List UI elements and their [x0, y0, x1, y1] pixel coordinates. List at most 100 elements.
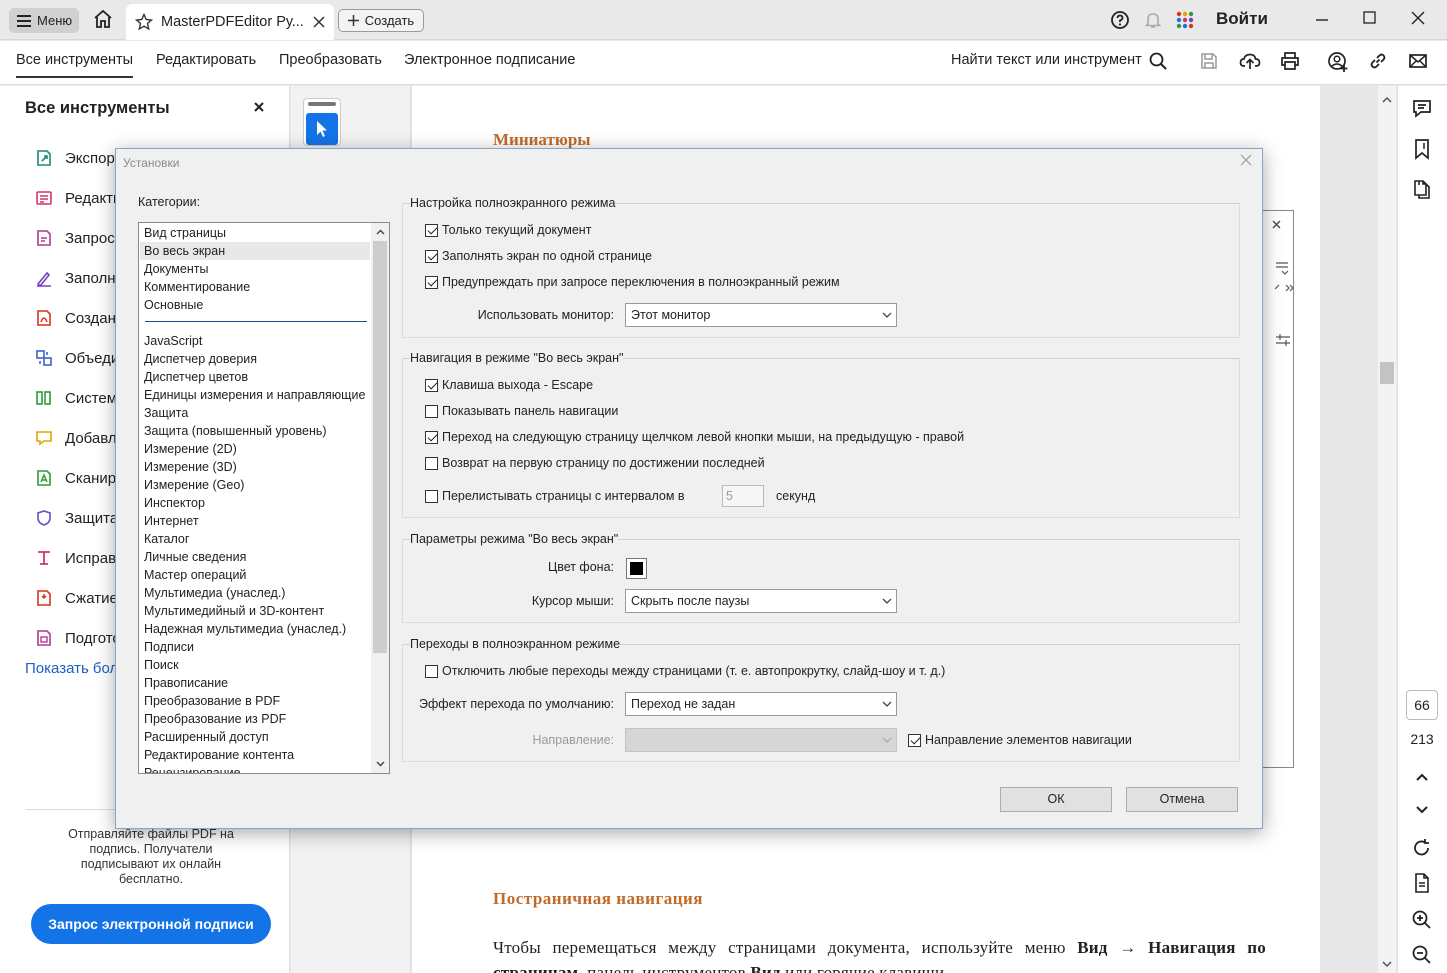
category-item[interactable]: Поиск — [144, 656, 370, 674]
tab-e-sign[interactable]: Электронное подписание — [404, 52, 575, 68]
category-item[interactable]: Во весь экран — [140, 242, 370, 260]
category-item[interactable]: Измерение (Geo) — [144, 476, 370, 494]
find-tool-search[interactable]: Найти текст или инструмент — [951, 52, 1142, 68]
minimize-icon[interactable] — [1312, 8, 1334, 30]
checkbox-box[interactable] — [425, 404, 438, 418]
click-navigation-checkbox[interactable]: Переход на следующую страницу щелчком ле… — [425, 430, 964, 444]
warn-fullscreen-checkbox[interactable]: Предупреждать при запросе переключения в… — [425, 275, 840, 289]
scroll-down-icon[interactable] — [1382, 960, 1392, 968]
category-item[interactable]: Рецензирование — [144, 764, 370, 773]
category-item[interactable]: Надежная мультимедиа (унаслед.) — [144, 620, 370, 638]
tab-edit[interactable]: Редактировать — [156, 52, 256, 68]
one-page-checkbox[interactable]: Заполнять экран по одной странице — [425, 249, 652, 263]
category-item[interactable]: Подписи — [144, 638, 370, 656]
help-icon[interactable] — [1110, 10, 1132, 32]
print-icon[interactable] — [1279, 51, 1301, 73]
bookmark-icon[interactable] — [1411, 138, 1433, 160]
checkbox-box[interactable] — [425, 249, 438, 263]
signin-button[interactable]: Войти — [1216, 9, 1268, 29]
apps-grid-icon[interactable] — [1175, 10, 1197, 32]
categories-scroll-thumb[interactable] — [373, 241, 387, 653]
previous-page-icon[interactable] — [1411, 766, 1433, 788]
menu-button[interactable]: Меню — [9, 8, 79, 33]
checkbox-box[interactable] — [425, 430, 438, 444]
save-icon[interactable] — [1199, 51, 1221, 73]
categories-list[interactable]: Вид страницы Во весь экран Документы Коммен… — [138, 222, 390, 774]
comment-icon[interactable] — [1411, 98, 1433, 120]
search-icon[interactable] — [1148, 51, 1170, 73]
only-current-doc-checkbox[interactable]: Только текущий документ — [425, 223, 591, 237]
page-fit-icon[interactable] — [1411, 872, 1433, 894]
category-item[interactable]: Документы — [144, 260, 370, 278]
upload-cloud-icon[interactable] — [1239, 51, 1261, 73]
close-panel-icon[interactable] — [254, 102, 264, 112]
zoom-out-icon[interactable] — [1411, 944, 1433, 966]
category-item[interactable]: Защита (повышенный уровень) — [144, 422, 370, 440]
category-item[interactable]: Защита — [144, 404, 370, 422]
checkbox-box[interactable] — [425, 664, 438, 678]
checkbox-box[interactable] — [425, 456, 438, 470]
tab-all-tools[interactable]: Все инструменты — [16, 52, 134, 78]
category-item[interactable]: Интернет — [144, 512, 370, 530]
category-item[interactable]: Измерение (3D) — [144, 458, 370, 476]
create-button[interactable]: Создать — [338, 9, 424, 32]
current-page-input[interactable]: 66 — [1406, 690, 1438, 720]
category-item[interactable]: Правописание — [144, 674, 370, 692]
category-item[interactable]: Инспектор — [144, 494, 370, 512]
categories-scrollbar[interactable] — [371, 223, 389, 773]
monitor-select[interactable]: Этот монитор — [625, 303, 897, 327]
category-item[interactable]: Единицы измерения и направляющие — [144, 386, 370, 404]
bg-color-picker[interactable] — [626, 558, 647, 579]
bell-icon[interactable] — [1143, 10, 1165, 32]
transition-effect-select[interactable]: Переход не задан — [625, 692, 897, 716]
link-icon[interactable] — [1368, 51, 1390, 73]
cursor-select[interactable]: Скрыть после паузы — [625, 589, 897, 613]
cancel-button[interactable]: Отмена — [1126, 787, 1238, 812]
category-item[interactable]: Основные — [144, 296, 370, 314]
tab-convert[interactable]: Преобразовать — [279, 52, 382, 68]
category-item[interactable]: Комментирование — [144, 278, 370, 296]
category-item[interactable]: Мультимедийный и 3D-контент — [144, 602, 370, 620]
ok-button[interactable]: ОК — [1000, 787, 1112, 812]
next-page-icon[interactable] — [1411, 799, 1433, 821]
escape-key-checkbox[interactable]: Клавиша выхода - Escape — [425, 378, 593, 392]
category-item[interactable]: Личные сведения — [144, 548, 370, 566]
scroll-down-icon[interactable] — [371, 755, 389, 773]
home-icon[interactable] — [92, 9, 116, 31]
disable-transitions-checkbox[interactable]: Отключить любые переходы между страницам… — [425, 664, 945, 678]
scroll-up-icon[interactable] — [1382, 96, 1392, 104]
checkbox-box[interactable] — [425, 275, 438, 289]
checkbox-box[interactable] — [908, 733, 921, 747]
close-window-icon[interactable] — [1408, 8, 1430, 30]
category-item[interactable]: Расширенный доступ — [144, 728, 370, 746]
rotate-icon[interactable] — [1411, 837, 1433, 859]
category-item[interactable]: Диспетчер цветов — [144, 368, 370, 386]
show-more-link[interactable]: Показать бол — [25, 660, 118, 677]
checkbox-box[interactable] — [425, 378, 438, 392]
category-item[interactable]: Редактирование контента — [144, 746, 370, 764]
category-item[interactable]: Преобразование в PDF — [144, 692, 370, 710]
request-esign-button[interactable]: Запрос электронной подписи — [31, 904, 271, 944]
loop-checkbox[interactable]: Возврат на первую страницу по достижении… — [425, 456, 765, 470]
category-item[interactable]: Каталог — [144, 530, 370, 548]
star-icon[interactable] — [135, 13, 153, 31]
pages-icon[interactable] — [1411, 178, 1433, 200]
nav-direction-checkbox[interactable]: Направление элементов навигации — [908, 733, 1132, 747]
category-item[interactable]: Диспетчер доверия — [144, 350, 370, 368]
dialog-close-icon[interactable] — [1240, 154, 1252, 166]
checkbox-box[interactable] — [425, 223, 438, 237]
checkbox-box[interactable] — [425, 489, 438, 503]
scroll-up-icon[interactable] — [371, 223, 389, 241]
direction-select[interactable] — [625, 728, 897, 752]
category-item[interactable]: Вид страницы — [144, 224, 370, 242]
document-tab[interactable]: MasterPDFEditor Ру... — [126, 4, 334, 40]
category-item[interactable]: Измерение (2D) — [144, 440, 370, 458]
select-tool[interactable] — [303, 98, 341, 146]
share-user-icon[interactable] — [1327, 51, 1349, 73]
document-scrollbar[interactable] — [1378, 86, 1396, 973]
interval-seconds-input[interactable]: 5 — [722, 485, 764, 507]
category-item[interactable]: Мастер операций — [144, 566, 370, 584]
category-item[interactable]: Мультимедиа (унаслед.) — [144, 584, 370, 602]
mail-icon[interactable] — [1408, 51, 1430, 73]
maximize-icon[interactable] — [1360, 8, 1382, 30]
